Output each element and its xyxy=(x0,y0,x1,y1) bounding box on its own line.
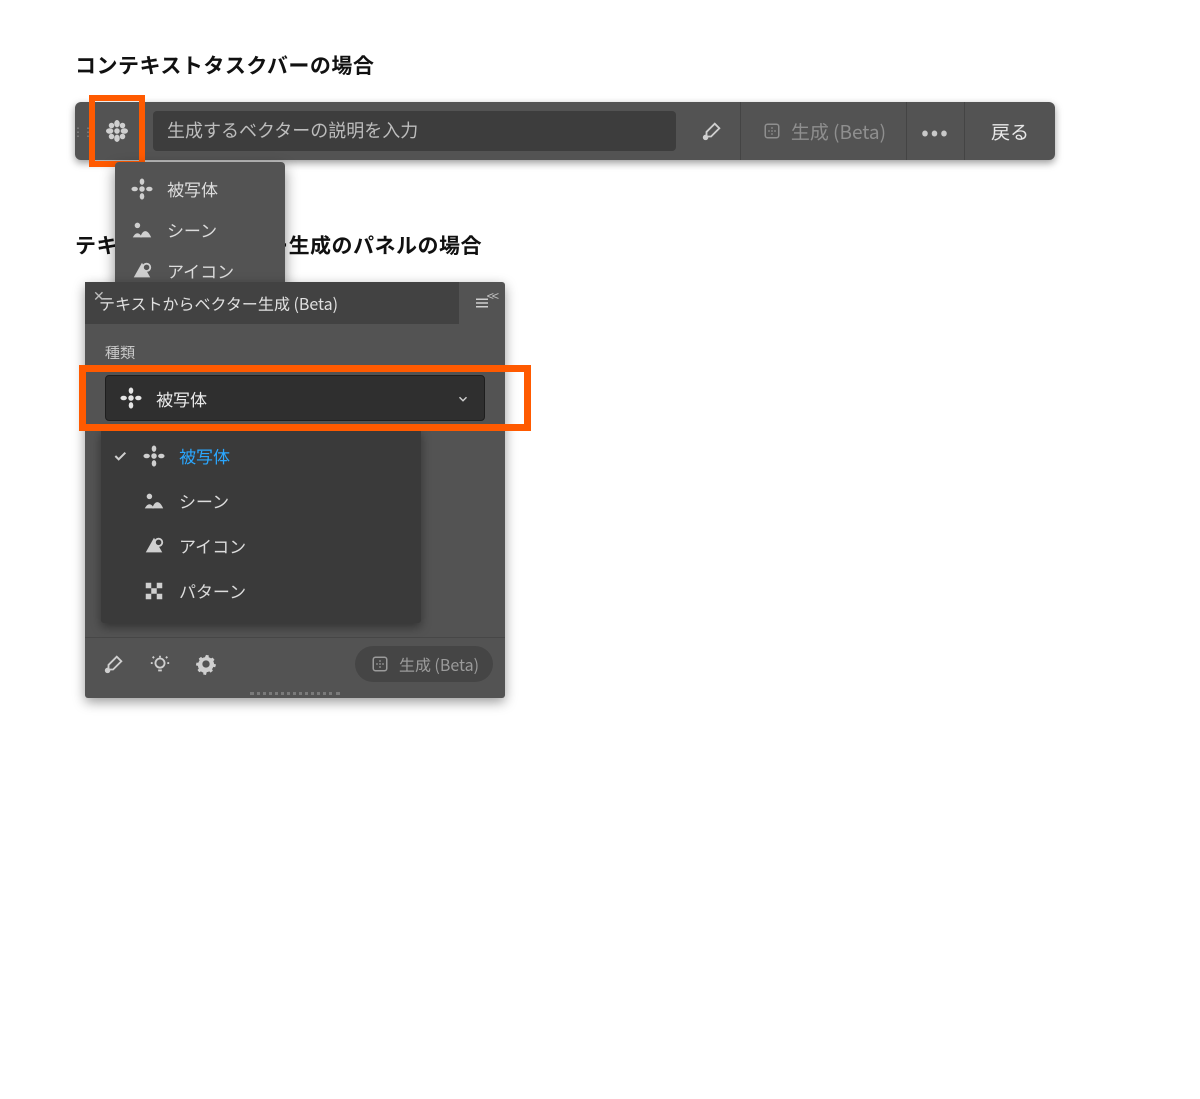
gear-icon xyxy=(195,653,217,675)
style-picker-button[interactable] xyxy=(684,102,740,160)
panel-menu-button[interactable] xyxy=(459,282,505,324)
back-button[interactable]: 戻る xyxy=(965,102,1055,160)
option-label: 被写体 xyxy=(179,443,230,468)
check-icon xyxy=(111,448,129,464)
idea-button[interactable] xyxy=(143,647,177,681)
generate-button[interactable]: 生成 (Beta) xyxy=(740,102,907,160)
sparkle-generate-icon xyxy=(369,653,391,675)
icon-icon xyxy=(131,260,153,282)
option-label: アイコン xyxy=(179,533,246,558)
selected-type-label: 被写体 xyxy=(156,386,207,411)
generate-label: 生成 (Beta) xyxy=(791,118,886,145)
text-to-vector-panel: ✕ << テキストからベクター生成 (Beta) 種類 被写体 xyxy=(85,282,505,698)
type-options-list: 被写体 シーン アイコン パターン xyxy=(101,429,421,623)
option-icon[interactable]: アイコン xyxy=(101,523,421,568)
context-taskbar: 生成 (Beta) ••• 戻る 被写体 シーン アイコン xyxy=(75,102,1055,160)
panel-footer: 生成 (Beta) xyxy=(85,637,505,688)
eyedropper-brush-icon xyxy=(103,653,125,675)
dropdown-item-subject[interactable]: 被写体 xyxy=(115,168,285,209)
panel-tab-row: テキストからベクター生成 (Beta) xyxy=(85,282,505,324)
subject-icon xyxy=(131,178,153,200)
prompt-input[interactable] xyxy=(153,111,676,151)
option-label: シーン xyxy=(179,488,229,513)
settings-button[interactable] xyxy=(189,647,223,681)
style-picker-button[interactable] xyxy=(97,647,131,681)
option-scene[interactable]: シーン xyxy=(101,478,421,523)
pattern-icon xyxy=(143,580,165,602)
type-picker-button[interactable] xyxy=(89,102,145,160)
dropdown-item-label: シーン xyxy=(167,217,217,242)
dropdown-item-scene[interactable]: シーン xyxy=(115,209,285,250)
close-button[interactable]: ✕ xyxy=(93,286,105,306)
drag-grip-icon[interactable] xyxy=(75,102,89,160)
section-heading-1: コンテキストタスクバーの場合 xyxy=(75,50,1125,80)
prompt-field-wrap xyxy=(145,102,684,160)
subject-icon xyxy=(143,445,165,467)
generate-label: 生成 (Beta) xyxy=(399,652,479,676)
collapse-button[interactable]: << xyxy=(487,286,497,305)
option-pattern[interactable]: パターン xyxy=(101,568,421,613)
generate-button[interactable]: 生成 (Beta) xyxy=(355,646,493,682)
resize-grip-icon[interactable] xyxy=(85,688,505,698)
subject-icon xyxy=(106,120,128,142)
back-label: 戻る xyxy=(991,118,1029,145)
option-label: パターン xyxy=(179,578,246,603)
subject-icon xyxy=(120,387,142,409)
chevron-down-icon xyxy=(456,386,470,411)
scene-icon xyxy=(131,219,153,241)
sparkle-generate-icon xyxy=(761,120,783,142)
icon-icon xyxy=(143,535,165,557)
dropdown-item-label: アイコン xyxy=(167,258,234,283)
type-label: 種類 xyxy=(105,342,485,363)
option-subject[interactable]: 被写体 xyxy=(101,433,421,478)
more-button[interactable]: ••• xyxy=(907,102,965,160)
type-select[interactable]: 被写体 xyxy=(105,375,485,421)
panel-title: テキストからベクター生成 (Beta) xyxy=(99,291,338,315)
dropdown-item-label: 被写体 xyxy=(167,176,218,201)
lightbulb-icon xyxy=(149,653,171,675)
eyedropper-brush-icon xyxy=(701,120,723,142)
panel-tab[interactable]: テキストからベクター生成 (Beta) xyxy=(85,282,459,324)
scene-icon xyxy=(143,490,165,512)
